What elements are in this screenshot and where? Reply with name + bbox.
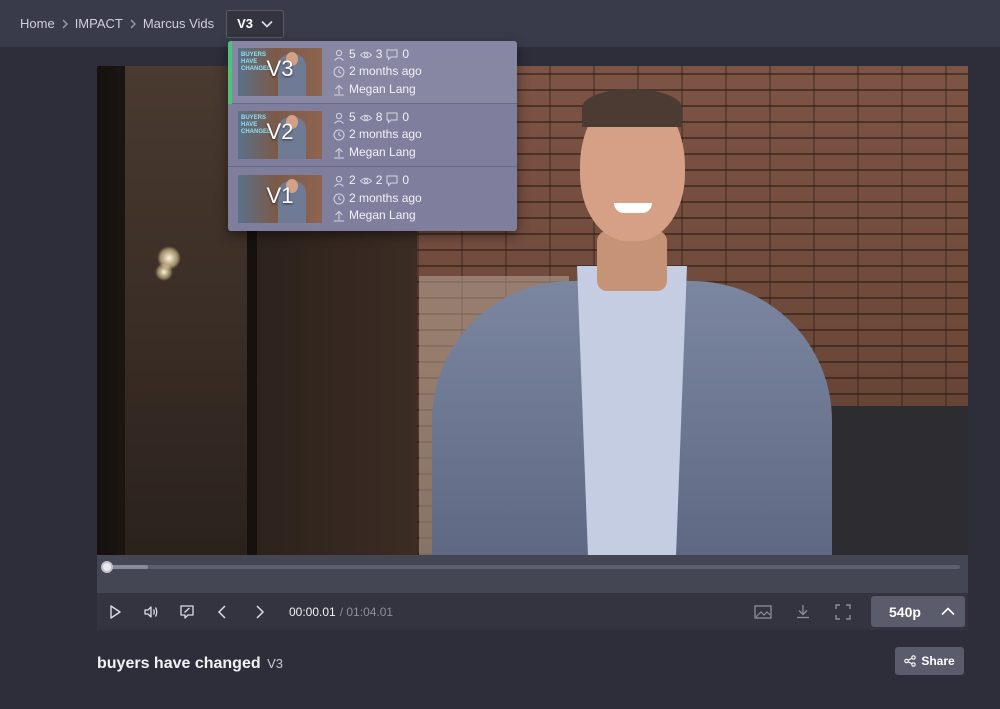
reviewer-count: 2 [349,173,356,188]
image-icon [754,604,772,619]
progress-track[interactable] [105,565,960,569]
annotate-button[interactable] [169,593,205,630]
quality-label: 540p [889,603,921,620]
video-title-text: buyers have changed [97,655,261,672]
comment-icon [386,175,398,187]
version-uploader-line: Megan Lang [333,81,422,99]
version-dropdown: BUYERS HAVE CHANGED V3 5 3 0 2 months ag… [228,41,517,231]
quality-selector[interactable]: 540p [871,596,965,627]
fullscreen-icon [835,603,851,620]
snapshot-button[interactable] [743,593,783,630]
chevron-down-icon [261,20,273,28]
breadcrumb-home[interactable]: Home [20,16,55,31]
upload-icon [334,210,344,222]
chevron-right-icon [123,19,143,29]
eye-icon [359,51,372,58]
previous-frame-button[interactable] [205,593,241,630]
version-label: V1 [266,182,294,208]
comment-count: 0 [402,46,410,61]
download-icon [797,604,809,618]
video-title: buyers have changed V3 [97,655,283,673]
eye-icon [359,114,372,121]
version-item-v2[interactable]: BUYERS HAVE CHANGED V2 5 8 0 2 months ag… [228,104,517,167]
share-button[interactable]: Share [895,647,964,675]
progress-handle[interactable] [101,561,113,573]
current-time: 00:00.01 [289,604,336,619]
version-time-line: 2 months ago [333,190,422,208]
comment-icon [386,49,398,61]
version-stats: 2 2 0 [333,172,422,190]
reviewer-icon [334,112,344,124]
annotate-icon [180,604,194,619]
breadcrumb-marcus-vids[interactable]: Marcus Vids [143,16,214,31]
download-button[interactable] [783,593,823,630]
breadcrumb-impact[interactable]: IMPACT [75,16,123,31]
clock-icon [333,129,345,141]
eye-icon [359,177,372,185]
version-label: V3 [266,56,294,81]
version-uploader: Megan Lang [349,208,416,223]
clock-icon [333,66,345,78]
comment-icon [386,112,398,124]
version-time-line: 2 months ago [333,63,422,81]
volume-button[interactable] [133,593,169,630]
speaker-shirt [577,266,687,555]
upload-icon [334,147,344,158]
reviewer-icon [334,175,344,187]
version-meta: 5 3 0 2 months ago Megan Lang [333,46,422,99]
version-thumbnail: BUYERS HAVE CHANGED V3 [238,48,322,96]
version-stats: 5 8 0 [333,109,422,127]
version-uploader: Megan Lang [349,81,416,96]
next-frame-button[interactable] [241,593,277,630]
version-stats: 5 3 0 [333,46,422,64]
chevron-up-icon [941,607,955,616]
reviewer-count: 5 [349,109,356,124]
reviewer-icon [334,49,344,61]
video-light [155,263,173,281]
fullscreen-button[interactable] [823,593,863,630]
player-controls: 00:00.01 / 01:04.01 540p [97,593,968,630]
play-button[interactable] [97,593,133,630]
progress-bar[interactable] [97,555,968,593]
share-icon [904,655,917,667]
reviewer-count: 5 [349,46,356,61]
video-version-label: V3 [267,656,283,671]
prev-frame-icon [217,604,226,619]
upload-icon [334,84,344,95]
version-time: 2 months ago [349,190,422,205]
breadcrumb: Home IMPACT Marcus Vids V3 [0,0,1000,47]
chevron-right-icon [55,19,75,29]
version-thumbnail: BUYERS HAVE CHANGED V2 [238,111,322,159]
clock-icon [333,193,345,204]
version-time: 2 months ago [349,127,422,142]
version-selector-button[interactable]: V3 [226,9,285,38]
comment-count: 0 [402,109,410,124]
view-count: 3 [375,46,383,61]
view-count: 2 [375,173,383,188]
version-time-line: 2 months ago [333,126,422,144]
version-uploader-line: Megan Lang [333,144,422,162]
version-label: V2 [266,119,294,144]
version-meta: 5 8 0 2 months ago Megan Lang [333,109,422,162]
version-time: 2 months ago [349,64,422,79]
view-count: 8 [375,109,383,124]
speaker-hair [582,89,682,127]
version-thumbnail: V1 [238,174,322,223]
version-uploader-line: Megan Lang [333,207,422,225]
play-icon [110,604,121,619]
volume-icon [144,605,158,618]
version-item-v3[interactable]: BUYERS HAVE CHANGED V3 5 3 0 2 months ag… [228,41,517,104]
version-meta: 2 2 0 2 months ago Megan Lang [333,172,422,225]
total-time: / 01:04.01 [339,604,394,619]
next-frame-icon [256,604,265,619]
comment-count: 0 [402,173,410,188]
share-label: Share [921,654,955,668]
speaker-mouth [614,203,652,213]
version-selector-label: V3 [237,16,254,31]
version-item-v1[interactable]: V1 2 2 0 2 months ago Megan Lang [228,167,517,230]
version-uploader: Megan Lang [349,144,416,159]
